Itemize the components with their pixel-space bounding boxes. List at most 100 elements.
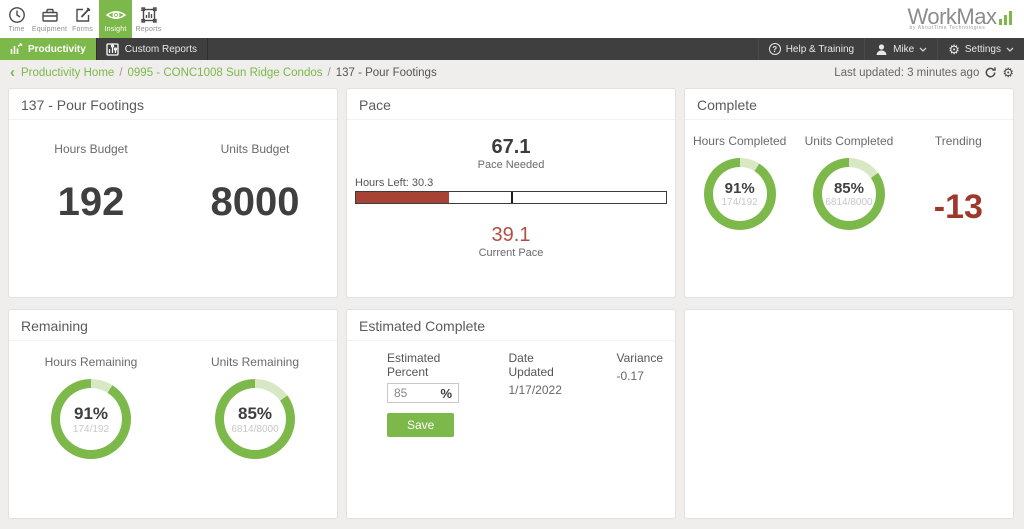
- remaining-card: Remaining Hours Remaining 91% 174/192 Un…: [8, 309, 338, 519]
- date-updated-value: 1/17/2022: [508, 383, 568, 397]
- nav-user-menu[interactable]: Mike: [864, 38, 937, 60]
- workmax-logo: WorkMax by AboutTime Technologies: [908, 0, 1024, 38]
- tab-forms[interactable]: Forms: [66, 0, 99, 38]
- chevron-down-icon: [1006, 44, 1014, 55]
- breadcrumb-current-task: 137 - Pour Footings: [336, 67, 437, 79]
- secondary-navbar: Productivity Custom Reports ? Help & Tra…: [0, 38, 1024, 60]
- eye-icon: [105, 5, 127, 25]
- tab-equipment-label: Equipment: [32, 26, 67, 33]
- units-remaining-donut: 85% 6814/8000: [215, 379, 295, 459]
- chevron-down-icon: [919, 44, 927, 55]
- chart-frame-icon: [139, 5, 159, 25]
- pace-bar-fill: [356, 192, 449, 203]
- percent-symbol: %: [440, 386, 452, 401]
- current-pace-label: Current Pace: [355, 247, 667, 259]
- last-updated-text: Last updated: 3 minutes ago: [834, 67, 979, 79]
- pace-card-title: Pace: [347, 89, 675, 120]
- pencil-square-icon: [73, 5, 93, 25]
- hours-budget-value: 192: [58, 180, 125, 225]
- units-remaining-pct: 85%: [238, 404, 272, 424]
- tab-reports[interactable]: Reports: [132, 0, 165, 38]
- complete-card: Complete Hours Completed 91% 174/192 Uni…: [684, 88, 1014, 298]
- logo-bars-icon: [999, 11, 1013, 25]
- units-completed-donut: 85% 6814/8000: [813, 158, 885, 230]
- units-completed-detail: 6814/8000: [825, 197, 872, 208]
- app-header: Time Equipment Forms Insight Reports Wor…: [0, 0, 1024, 38]
- complete-card-title: Complete: [685, 89, 1013, 120]
- nav-productivity[interactable]: Productivity: [0, 38, 96, 60]
- nav-custom-reports[interactable]: Custom Reports: [96, 38, 208, 60]
- custom-reports-icon: [106, 43, 120, 56]
- breadcrumb-separator: /: [119, 67, 122, 79]
- pace-needed-label: Pace Needed: [355, 159, 667, 171]
- estimated-card-title: Estimated Complete: [347, 310, 675, 341]
- last-updated-group: Last updated: 3 minutes ago ⚙: [834, 66, 1014, 79]
- budget-card-title: 137 - Pour Footings: [9, 89, 337, 120]
- dashboard-settings-gear-icon[interactable]: ⚙: [1002, 66, 1014, 79]
- nav-help-label: Help & Training: [786, 44, 854, 55]
- tab-reports-label: Reports: [136, 26, 162, 33]
- hours-remaining-donut: 91% 174/192: [51, 379, 131, 459]
- variance-label: Variance: [617, 351, 663, 365]
- tab-insight[interactable]: Insight: [99, 0, 132, 38]
- dashboard-grid: 137 - Pour Footings Hours Budget 192 Uni…: [0, 85, 1024, 519]
- hours-budget-label: Hours Budget: [54, 142, 127, 156]
- estimated-complete-card: Estimated Complete Estimated Percent % S…: [346, 309, 676, 519]
- units-completed-pct: 85%: [834, 180, 864, 197]
- help-icon: ?: [769, 43, 781, 55]
- breadcrumb-job[interactable]: 0995 - CONC1008 Sun Ridge Condos: [128, 67, 323, 79]
- logo-sub-text: by AboutTime Technologies: [910, 25, 986, 31]
- gear-icon: ⚙: [948, 43, 960, 56]
- hours-remaining-detail: 174/192: [73, 424, 109, 435]
- clock-icon: [7, 5, 27, 25]
- nav-settings-menu[interactable]: ⚙ Settings: [937, 38, 1024, 60]
- hours-remaining-pct: 91%: [74, 404, 108, 424]
- nav-settings-label: Settings: [965, 44, 1001, 55]
- nav-custom-reports-label: Custom Reports: [125, 44, 197, 55]
- refresh-icon[interactable]: [984, 66, 997, 79]
- breadcrumb-productivity-home[interactable]: Productivity Home: [21, 67, 114, 79]
- estimated-percent-group: Estimated Percent % Save: [387, 351, 466, 437]
- units-remaining-label: Units Remaining: [211, 355, 299, 369]
- units-budget-value: 8000: [211, 180, 300, 225]
- estimated-percent-input[interactable]: [394, 386, 430, 400]
- breadcrumb-bar: ‹ Productivity Home / 0995 - CONC1008 Su…: [0, 60, 1024, 85]
- back-chevron-icon[interactable]: ‹: [10, 65, 15, 80]
- units-budget-label: Units Budget: [221, 142, 290, 156]
- budget-card: 137 - Pour Footings Hours Budget 192 Uni…: [8, 88, 338, 298]
- pace-needed-tick: [511, 192, 513, 203]
- tab-insight-label: Insight: [104, 26, 126, 33]
- estimated-percent-input-wrap: %: [387, 383, 459, 403]
- hours-completed-label: Hours Completed: [693, 134, 786, 148]
- hours-completed-donut: 91% 174/192: [704, 158, 776, 230]
- nav-productivity-label: Productivity: [28, 44, 86, 55]
- nav-help-training[interactable]: ? Help & Training: [758, 38, 864, 60]
- pace-progress-bar: [355, 191, 667, 204]
- logo-main-text: WorkMax: [908, 7, 997, 27]
- date-updated-group: Date Updated 1/17/2022: [508, 351, 568, 437]
- user-icon: [875, 43, 888, 56]
- pace-card: Pace 67.1 Pace Needed Hours Left: 30.3 3…: [346, 88, 676, 298]
- tab-forms-label: Forms: [72, 26, 93, 33]
- save-button[interactable]: Save: [387, 413, 454, 437]
- pace-needed-value: 67.1: [355, 136, 667, 159]
- trending-label: Trending: [935, 134, 982, 148]
- nav-user-label: Mike: [893, 44, 914, 55]
- tab-time[interactable]: Time: [0, 0, 33, 38]
- date-updated-label: Date Updated: [508, 351, 568, 379]
- variance-value: -0.17: [617, 369, 663, 383]
- empty-card: [684, 309, 1014, 519]
- navbar-right-group: ? Help & Training Mike ⚙ Settings: [758, 38, 1024, 60]
- tab-equipment[interactable]: Equipment: [33, 0, 66, 38]
- tab-time-label: Time: [8, 26, 24, 33]
- briefcase-icon: [40, 5, 60, 25]
- units-remaining-detail: 6814/8000: [231, 424, 278, 435]
- estimated-percent-label: Estimated Percent: [387, 351, 466, 379]
- units-completed-label: Units Completed: [805, 134, 894, 148]
- trending-value: -13: [934, 188, 983, 227]
- productivity-chart-icon: [10, 43, 23, 55]
- remaining-card-title: Remaining: [9, 310, 337, 341]
- hours-completed-pct: 91%: [725, 180, 755, 197]
- hours-remaining-label: Hours Remaining: [45, 355, 138, 369]
- variance-group: Variance -0.17: [617, 351, 663, 437]
